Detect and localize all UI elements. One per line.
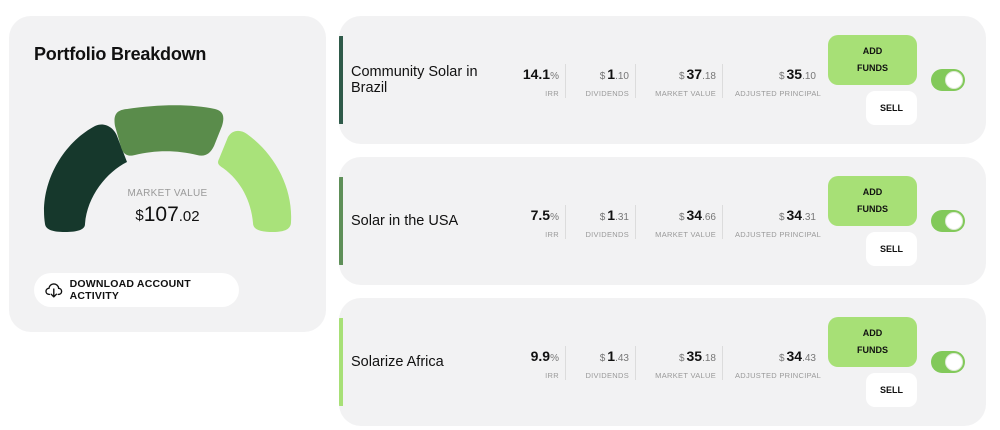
- adjusted-principal-decimal: .10: [802, 71, 816, 82]
- market-value-decimal: .18: [702, 71, 716, 82]
- dividends-metric: $1.10 DIVIDENDS: [579, 66, 629, 100]
- dividends-label: DIVIDENDS: [585, 230, 629, 239]
- metric-divider: [635, 346, 636, 380]
- metric-divider: [722, 346, 723, 380]
- market-value-value: 34: [686, 207, 703, 223]
- adjusted-principal-label: ADJUSTED PRINCIPAL: [735, 230, 822, 239]
- dividends-currency: $: [599, 71, 606, 82]
- project-toggle[interactable]: [931, 210, 965, 232]
- sell-button[interactable]: SELL: [866, 373, 917, 407]
- project-card: Solar in the USA 7.5% IRR $1.31 DIVIDEND…: [339, 157, 986, 285]
- add-funds-button[interactable]: ADD FUNDS: [828, 176, 917, 226]
- market-value-currency: $: [678, 212, 685, 223]
- add-funds-button[interactable]: ADD FUNDS: [828, 317, 917, 367]
- portfolio-summary-card: Portfolio Breakdown MARKET VALUE $107.02…: [9, 16, 326, 332]
- market-value-amount: $107.02: [9, 203, 326, 227]
- metric-divider: [722, 205, 723, 239]
- metric-divider: [722, 64, 723, 98]
- toggle-knob: [945, 71, 963, 89]
- market-value-value: 35: [686, 348, 703, 364]
- download-button-label: DOWNLOAD ACCOUNT ACTIVITY: [69, 278, 191, 302]
- toggle-knob: [945, 353, 963, 371]
- cloud-download-icon: [45, 283, 63, 298]
- market-value-decimal: .66: [702, 212, 716, 223]
- metric-divider: [565, 346, 566, 380]
- market-value-value: 37: [686, 66, 703, 82]
- dividends-label: DIVIDENDS: [585, 371, 629, 380]
- adjusted-principal-value: 34: [786, 348, 803, 364]
- dividends-currency: $: [599, 212, 606, 223]
- adjusted-principal-label: ADJUSTED PRINCIPAL: [735, 371, 822, 380]
- irr-label: IRR: [545, 371, 559, 380]
- metric-divider: [635, 205, 636, 239]
- market-value-decimal: .18: [702, 353, 716, 364]
- irr-metric: 14.1% IRR: [515, 66, 559, 100]
- market-value-label: MARKET VALUE: [655, 371, 716, 380]
- irr-metric: 9.9% IRR: [515, 348, 559, 382]
- add-funds-button[interactable]: ADD FUNDS: [828, 35, 917, 85]
- irr-value: 7.5: [530, 207, 551, 223]
- irr-label: IRR: [545, 230, 559, 239]
- project-toggle[interactable]: [931, 351, 965, 373]
- project-toggle[interactable]: [931, 69, 965, 91]
- market-value-gauge: [44, 105, 292, 232]
- project-accent-bar: [339, 318, 343, 406]
- market-value-metric: $37.18 MARKET VALUE: [649, 66, 716, 100]
- irr-unit: %: [550, 71, 559, 82]
- adjusted-principal-currency: $: [778, 71, 785, 82]
- download-account-activity-button[interactable]: DOWNLOAD ACCOUNT ACTIVITY: [34, 273, 239, 307]
- market-value-metric: $34.66 MARKET VALUE: [649, 207, 716, 241]
- irr-unit: %: [550, 353, 559, 364]
- adjusted-principal-metric: $34.31 ADJUSTED PRINCIPAL: [735, 207, 822, 241]
- market-value-label: MARKET VALUE: [655, 89, 716, 98]
- gauge-segment-mid: [114, 105, 224, 156]
- irr-label: IRR: [545, 89, 559, 98]
- adjusted-principal-decimal: .31: [802, 212, 816, 223]
- irr-value: 9.9: [530, 348, 551, 364]
- metric-divider: [635, 64, 636, 98]
- adjusted-principal-decimal: .43: [802, 353, 816, 364]
- toggle-knob: [945, 212, 963, 230]
- dividends-decimal: .31: [615, 212, 629, 223]
- dividends-metric: $1.43 DIVIDENDS: [579, 348, 629, 382]
- project-card: Solarize Africa 9.9% IRR $1.43 DIVIDENDS…: [339, 298, 986, 426]
- sell-button[interactable]: SELL: [866, 232, 917, 266]
- project-accent-bar: [339, 177, 343, 265]
- dividends-value: 1: [607, 207, 616, 223]
- dividends-value: 1: [607, 66, 616, 82]
- dividends-value: 1: [607, 348, 616, 364]
- market-value-integer: 107: [143, 203, 179, 226]
- project-name: Solarize Africa: [351, 354, 444, 370]
- adjusted-principal-currency: $: [778, 212, 785, 223]
- adjusted-principal-metric: $34.43 ADJUSTED PRINCIPAL: [735, 348, 822, 382]
- market-value-currency: $: [678, 353, 685, 364]
- adjusted-principal-currency: $: [778, 353, 785, 364]
- dividends-metric: $1.31 DIVIDENDS: [579, 207, 629, 241]
- irr-metric: 7.5% IRR: [515, 207, 559, 241]
- adjusted-principal-metric: $35.10 ADJUSTED PRINCIPAL: [735, 66, 822, 100]
- market-value-label: MARKET VALUE: [655, 230, 716, 239]
- metric-divider: [565, 64, 566, 98]
- adjusted-principal-label: ADJUSTED PRINCIPAL: [735, 89, 822, 98]
- market-value-metric: $35.18 MARKET VALUE: [649, 348, 716, 382]
- project-accent-bar: [339, 36, 343, 124]
- market-value-label: MARKET VALUE: [127, 188, 208, 199]
- metric-divider: [565, 205, 566, 239]
- sell-button[interactable]: SELL: [866, 91, 917, 125]
- project-card: Community Solar in Brazil 14.1% IRR $1.1…: [339, 16, 986, 144]
- irr-unit: %: [550, 212, 559, 223]
- adjusted-principal-value: 34: [786, 207, 803, 223]
- dividends-currency: $: [599, 353, 606, 364]
- dividends-decimal: .10: [615, 71, 629, 82]
- market-value-currency: $: [135, 207, 144, 224]
- dividends-decimal: .43: [615, 353, 629, 364]
- project-name: Community Solar in Brazil: [351, 64, 478, 96]
- market-value-decimal: .02: [178, 208, 200, 225]
- irr-value: 14.1: [522, 66, 551, 82]
- project-name: Solar in the USA: [351, 213, 459, 229]
- market-value-currency: $: [678, 71, 685, 82]
- adjusted-principal-value: 35: [786, 66, 803, 82]
- dividends-label: DIVIDENDS: [585, 89, 629, 98]
